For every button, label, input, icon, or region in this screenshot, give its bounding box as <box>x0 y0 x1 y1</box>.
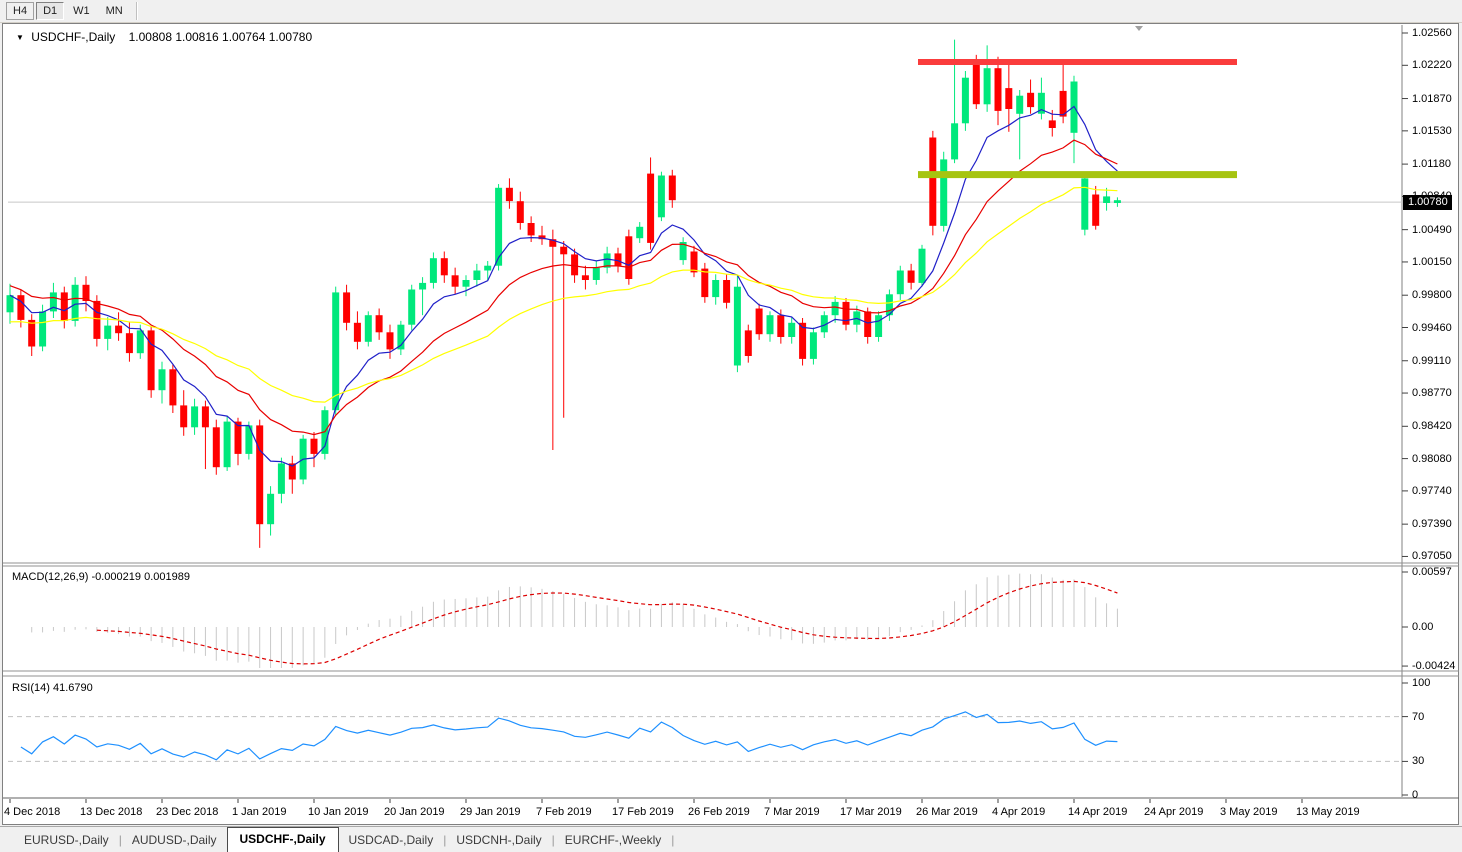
date-tick-label: 13 Dec 2018 <box>80 806 143 818</box>
rsi-tick-label: 30 <box>1412 755 1425 768</box>
price-tick-label: 0.98420 <box>1412 420 1452 433</box>
date-tick-label: 4 Dec 2018 <box>4 806 61 818</box>
price-tick-label: 0.99460 <box>1412 321 1452 334</box>
mt4-terminal: H4 D1 W1 MN ▼ USDCHF-,Daily 1.00808 1.00816… <box>0 0 1462 852</box>
price-tick-label: 1.00150 <box>1412 255 1452 268</box>
chart-ohlc-values: 1.00808 1.00816 1.00764 1.00780 <box>128 30 313 44</box>
date-tick-label: 10 Jan 2019 <box>308 806 369 818</box>
chart-symbol-label: USDCHF-,Daily <box>31 30 116 44</box>
date-tick-label: 1 Jan 2019 <box>232 806 287 818</box>
macd-label: MACD(12,26,9) -0.000219 0.001989 <box>12 571 190 583</box>
price-tick-label: 1.01870 <box>1412 92 1452 105</box>
date-tick-label: 23 Dec 2018 <box>156 806 219 818</box>
chart-shift-marker <box>1135 26 1143 31</box>
date-tick-label: 20 Jan 2019 <box>384 806 445 818</box>
rsi-tick-label: 0 <box>1412 789 1419 801</box>
date-tick-label: 29 Jan 2019 <box>460 806 521 818</box>
date-tick-label: 14 Apr 2019 <box>1068 806 1128 818</box>
rsi-tick-label: 100 <box>1412 677 1431 689</box>
price-tick-label: 0.98080 <box>1412 452 1452 465</box>
price-tick-label: 0.98770 <box>1412 387 1452 400</box>
chart-canvas[interactable] <box>0 0 1462 852</box>
price-tick-label: 1.01530 <box>1412 124 1452 137</box>
price-tick-label: 1.02220 <box>1412 59 1452 72</box>
date-tick-label: 26 Feb 2019 <box>688 806 750 818</box>
price-tick-label: 0.97740 <box>1412 484 1452 497</box>
date-tick-label: 13 May 2019 <box>1296 806 1360 818</box>
rsi-label: RSI(14) 41.6790 <box>12 682 93 694</box>
price-tick-label: 0.99800 <box>1412 289 1452 302</box>
date-tick-label: 4 Apr 2019 <box>992 806 1046 818</box>
price-tick-label: 1.01180 <box>1412 158 1451 171</box>
price-tick-label: 0.97050 <box>1412 550 1452 563</box>
current-price-box: 1.00780 <box>1403 195 1452 210</box>
chart-title: ▼ USDCHF-,Daily 1.00808 1.00816 1.00764 … <box>16 30 312 44</box>
price-tick-label: 0.99110 <box>1412 354 1451 367</box>
price-tick-label: 1.00490 <box>1412 223 1452 236</box>
macd-tick-label: 0.00597 <box>1412 566 1452 578</box>
symbol-dropdown-icon[interactable]: ▼ <box>16 33 24 42</box>
macd-tick-label: -0.00424 <box>1412 660 1456 673</box>
date-tick-label: 24 Apr 2019 <box>1144 806 1204 818</box>
date-tick-label: 7 Feb 2019 <box>536 806 592 818</box>
price-tick-label: 1.02560 <box>1412 27 1452 39</box>
date-tick-label: 7 Mar 2019 <box>764 806 820 818</box>
price-tick-label: 0.97390 <box>1412 518 1452 531</box>
date-tick-label: 3 May 2019 <box>1220 806 1278 818</box>
date-tick-label: 17 Feb 2019 <box>612 806 674 818</box>
rsi-tick-label: 70 <box>1412 710 1425 723</box>
macd-tick-label: 0.00 <box>1412 621 1434 633</box>
date-tick-label: 17 Mar 2019 <box>840 806 902 818</box>
date-tick-label: 26 Mar 2019 <box>916 806 978 818</box>
